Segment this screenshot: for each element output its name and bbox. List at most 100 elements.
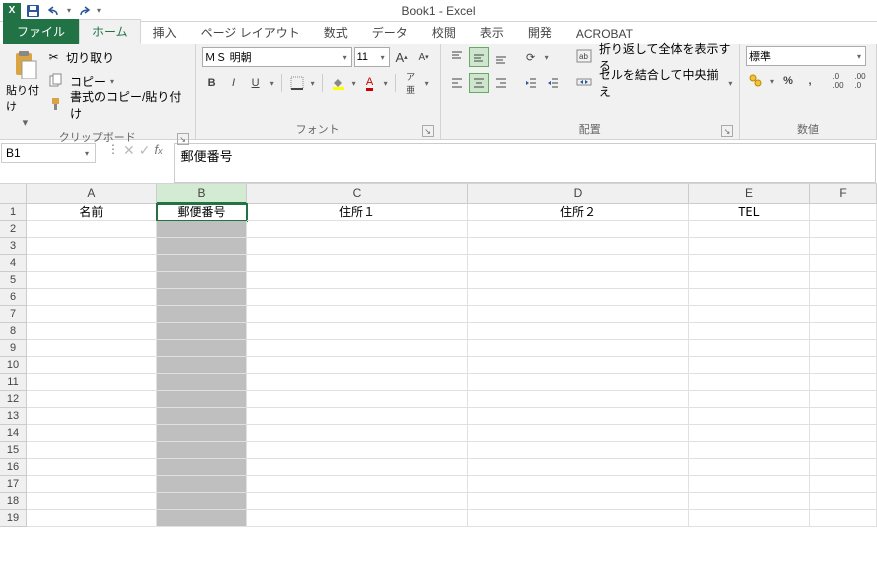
align-middle-icon[interactable]: [469, 47, 489, 67]
cell-F5[interactable]: [810, 272, 877, 289]
tab-file[interactable]: ファイル: [3, 19, 79, 44]
row-header[interactable]: 13: [0, 408, 27, 425]
decrease-font-icon[interactable]: A▾: [414, 47, 434, 67]
cell-E5[interactable]: [689, 272, 810, 289]
cell-E12[interactable]: [689, 391, 810, 408]
cell-F9[interactable]: [810, 340, 877, 357]
cell-F3[interactable]: [810, 238, 877, 255]
italic-button[interactable]: I: [224, 73, 244, 93]
cell-D7[interactable]: [468, 306, 689, 323]
align-top-icon[interactable]: [447, 47, 467, 67]
row-header[interactable]: 14: [0, 425, 27, 442]
qat-customize-icon[interactable]: ▾: [95, 2, 103, 20]
tab-insert[interactable]: 挿入: [141, 21, 189, 44]
cell-D14[interactable]: [468, 425, 689, 442]
cell-E16[interactable]: [689, 459, 810, 476]
cell-D5[interactable]: [468, 272, 689, 289]
cell-C8[interactable]: [247, 323, 468, 340]
cell-F10[interactable]: [810, 357, 877, 374]
row-header[interactable]: 18: [0, 493, 27, 510]
wrap-text-button[interactable]: ab 折り返して全体を表示する: [576, 46, 733, 68]
cell-E2[interactable]: [689, 221, 810, 238]
cell-C1[interactable]: 住所１: [247, 204, 468, 221]
col-header-A[interactable]: A: [27, 184, 157, 204]
cell-D15[interactable]: [468, 442, 689, 459]
cell-C12[interactable]: [247, 391, 468, 408]
col-header-F[interactable]: F: [810, 184, 877, 204]
cell-E18[interactable]: [689, 493, 810, 510]
cell-D9[interactable]: [468, 340, 689, 357]
indent-decrease-icon[interactable]: [521, 73, 541, 93]
cell-A17[interactable]: [27, 476, 157, 493]
cell-F13[interactable]: [810, 408, 877, 425]
cell-A3[interactable]: [27, 238, 157, 255]
tab-view[interactable]: 表示: [468, 21, 516, 44]
cell-B18[interactable]: [157, 493, 247, 510]
col-header-D[interactable]: D: [468, 184, 689, 204]
cell-F11[interactable]: [810, 374, 877, 391]
cell-D18[interactable]: [468, 493, 689, 510]
cell-A11[interactable]: [27, 374, 157, 391]
cell-C4[interactable]: [247, 255, 468, 272]
cell-B9[interactable]: [157, 340, 247, 357]
save-icon[interactable]: [23, 2, 43, 20]
paste-dropdown-icon[interactable]: ▾: [21, 116, 29, 129]
cell-A8[interactable]: [27, 323, 157, 340]
format-painter-button[interactable]: 書式のコピー/貼り付け: [49, 94, 189, 116]
undo-dropdown-icon[interactable]: ▾: [65, 2, 73, 20]
increase-font-icon[interactable]: A▴: [392, 47, 412, 67]
cell-B14[interactable]: [157, 425, 247, 442]
increase-decimal-icon[interactable]: .0.00: [828, 71, 848, 91]
tab-developer[interactable]: 開発: [516, 21, 564, 44]
cell-F17[interactable]: [810, 476, 877, 493]
cell-B19[interactable]: [157, 510, 247, 527]
cell-E4[interactable]: [689, 255, 810, 272]
cell-E3[interactable]: [689, 238, 810, 255]
cell-B1[interactable]: 郵便番号: [157, 204, 247, 221]
clipboard-launcher-icon[interactable]: ↘: [177, 133, 189, 145]
merge-center-button[interactable]: セルを結合して中央揃え ▾: [576, 72, 733, 94]
row-header[interactable]: 3: [0, 238, 27, 255]
cell-B7[interactable]: [157, 306, 247, 323]
cell-A4[interactable]: [27, 255, 157, 272]
cell-C17[interactable]: [247, 476, 468, 493]
select-all-corner[interactable]: [0, 184, 27, 204]
cell-F19[interactable]: [810, 510, 877, 527]
orientation-icon[interactable]: ⟳: [521, 47, 541, 67]
col-header-C[interactable]: C: [247, 184, 468, 204]
cell-F12[interactable]: [810, 391, 877, 408]
cell-A5[interactable]: [27, 272, 157, 289]
decrease-decimal-icon[interactable]: .00.0: [850, 71, 870, 91]
cell-B6[interactable]: [157, 289, 247, 306]
cell-B5[interactable]: [157, 272, 247, 289]
percent-icon[interactable]: %: [778, 71, 798, 91]
cell-D19[interactable]: [468, 510, 689, 527]
cell-C14[interactable]: [247, 425, 468, 442]
cell-D1[interactable]: 住所２: [468, 204, 689, 221]
cell-F15[interactable]: [810, 442, 877, 459]
tab-data[interactable]: データ: [360, 21, 420, 44]
accounting-format-icon[interactable]: [746, 71, 766, 91]
row-header[interactable]: 2: [0, 221, 27, 238]
underline-button[interactable]: U: [246, 73, 266, 93]
row-header[interactable]: 16: [0, 459, 27, 476]
cell-C7[interactable]: [247, 306, 468, 323]
cell-D11[interactable]: [468, 374, 689, 391]
col-header-E[interactable]: E: [689, 184, 810, 204]
cell-E10[interactable]: [689, 357, 810, 374]
cell-B8[interactable]: [157, 323, 247, 340]
row-header[interactable]: 6: [0, 289, 27, 306]
cell-C6[interactable]: [247, 289, 468, 306]
cell-D12[interactable]: [468, 391, 689, 408]
cell-B2[interactable]: [157, 221, 247, 238]
cell-B13[interactable]: [157, 408, 247, 425]
cell-E9[interactable]: [689, 340, 810, 357]
cell-F2[interactable]: [810, 221, 877, 238]
cell-C9[interactable]: [247, 340, 468, 357]
align-left-icon[interactable]: [447, 73, 467, 93]
cell-F14[interactable]: [810, 425, 877, 442]
cell-A16[interactable]: [27, 459, 157, 476]
cell-B4[interactable]: [157, 255, 247, 272]
cell-F16[interactable]: [810, 459, 877, 476]
cell-F8[interactable]: [810, 323, 877, 340]
